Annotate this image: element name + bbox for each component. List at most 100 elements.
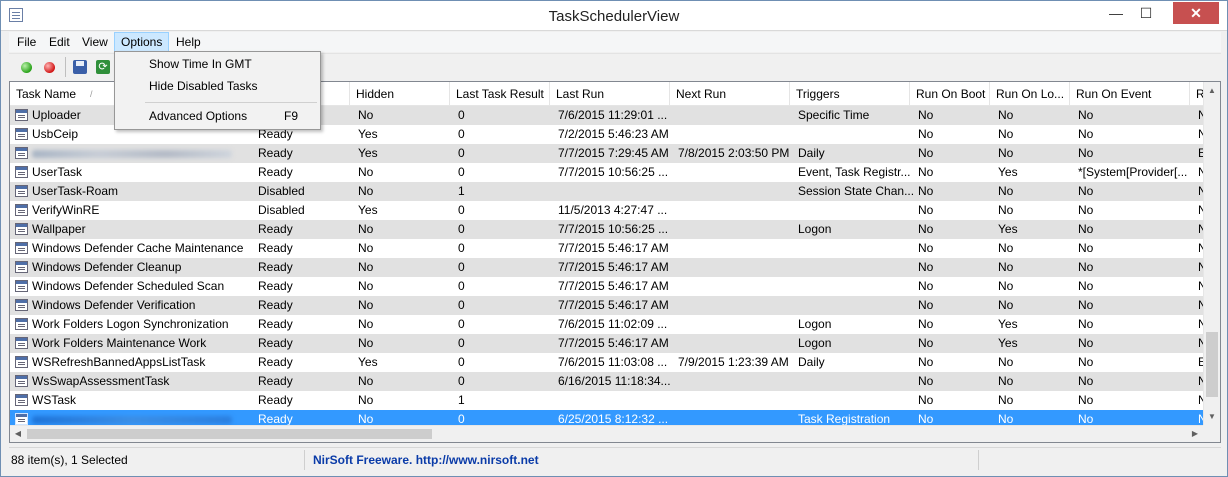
table-row[interactable]: Windows Defender Scheduled Scan Ready No 0 7… bbox=[10, 277, 1220, 296]
table-cell: No bbox=[1078, 127, 1094, 141]
menu-edit[interactable]: Edit bbox=[43, 32, 76, 52]
table-body: Uploader No 0 7/6/2015 11:29:01 ... Specific… bbox=[10, 106, 1220, 429]
table-cell: No bbox=[1078, 260, 1094, 274]
scroll-left-icon[interactable]: ◀ bbox=[10, 426, 26, 442]
vertical-scroll-thumb[interactable] bbox=[1206, 332, 1218, 397]
table-row[interactable]: Work Folders Logon Synchronization Ready N… bbox=[10, 315, 1220, 334]
table-cell: No bbox=[998, 298, 1014, 312]
table-cell: Yes bbox=[998, 222, 1018, 236]
table-cell: Windows Defender Cache Maintenance bbox=[32, 241, 244, 255]
table-row[interactable]: WsSwapAssessmentTask Ready No 0 6/16/2015 11… bbox=[10, 372, 1220, 391]
table-cell: Yes bbox=[358, 127, 378, 141]
table-cell: Ready bbox=[258, 260, 293, 274]
table-cell: Windows Defender Cleanup bbox=[32, 260, 182, 274]
task-table: Task Name / Status Hidden Last Task Resu… bbox=[9, 81, 1221, 443]
column-header-next-run[interactable]: Next Run bbox=[670, 82, 790, 106]
column-header-last-run[interactable]: Last Run bbox=[550, 82, 670, 106]
table-cell: No bbox=[358, 108, 374, 122]
table-cell: No bbox=[1078, 279, 1094, 293]
table-cell: 7/8/2015 2:03:50 PM bbox=[678, 146, 790, 160]
table-cell bbox=[558, 182, 676, 201]
column-header-run-on-event[interactable]: Run On Event bbox=[1070, 82, 1190, 106]
table-cell: No bbox=[918, 393, 934, 407]
table-cell: 7/7/2015 5:46:17 AM bbox=[558, 260, 669, 274]
table-cell: Daily bbox=[798, 355, 825, 369]
table-cell: No bbox=[918, 279, 934, 293]
menu-file[interactable]: File bbox=[11, 32, 42, 52]
table-cell: VerifyWinRE bbox=[32, 203, 100, 217]
table-cell: No bbox=[1078, 241, 1094, 255]
table-row[interactable]: Windows Defender Cache Maintenance Ready N… bbox=[10, 239, 1220, 258]
table-cell: Daily bbox=[798, 146, 825, 160]
column-header-run-on-boot[interactable]: Run On Boot bbox=[910, 82, 990, 106]
table-row[interactable]: Wallpaper Ready No 0 7/7/2015 10:56:25 ... Lo… bbox=[10, 220, 1220, 239]
table-cell: Logon bbox=[798, 336, 832, 350]
refresh-button[interactable]: ⟳ bbox=[94, 58, 112, 76]
menu-item-show-time-in-gmt[interactable]: Show Time In GMT bbox=[117, 54, 318, 75]
vertical-scrollbar[interactable]: ▲ ▼ bbox=[1203, 82, 1220, 425]
table-cell: Ready bbox=[258, 393, 293, 407]
table-row[interactable]: Work Folders Maintenance Work Ready No 0 7/7… bbox=[10, 334, 1220, 353]
close-button[interactable]: ✕ bbox=[1173, 2, 1219, 24]
scroll-down-icon[interactable]: ▼ bbox=[1204, 408, 1220, 425]
redacted-task-name bbox=[32, 416, 232, 424]
table-row[interactable]: Windows Defender Cleanup Ready No 0 7/7/2015… bbox=[10, 258, 1220, 277]
menu-help[interactable]: Help bbox=[170, 32, 207, 52]
horizontal-scrollbar[interactable]: ◀ ▶ bbox=[10, 425, 1203, 442]
column-header-run-on-logon[interactable]: Run On Lo... bbox=[990, 82, 1070, 106]
table-cell: 0 bbox=[458, 127, 465, 141]
table-cell: 7/9/2015 1:23:39 AM bbox=[678, 355, 789, 369]
table-row[interactable]: UserTask-Roam Disabled No 1 Session State Ch… bbox=[10, 182, 1220, 201]
table-cell bbox=[678, 315, 796, 334]
start-button[interactable] bbox=[17, 58, 35, 76]
table-cell: 7/7/2015 5:46:17 AM bbox=[558, 241, 669, 255]
menu-item-hide-disabled-tasks[interactable]: Hide Disabled Tasks bbox=[117, 76, 318, 97]
maximize-button[interactable]: ☐ bbox=[1131, 2, 1161, 24]
stop-button[interactable] bbox=[40, 58, 58, 76]
table-row[interactable]: Windows Defender Verification Ready No 0 7/7… bbox=[10, 296, 1220, 315]
table-cell: No bbox=[358, 279, 374, 293]
table-cell: No bbox=[358, 393, 374, 407]
table-cell: No bbox=[1078, 336, 1094, 350]
menu-item-shortcut: F9 bbox=[283, 109, 298, 123]
table-cell: 6/16/2015 11:18:34... bbox=[558, 374, 671, 388]
status-item-count: 88 item(s), 1 Selected bbox=[9, 450, 305, 470]
start-icon bbox=[21, 62, 32, 73]
title-bar: TaskSchedulerView — ☐ ✕ bbox=[1, 1, 1227, 31]
window-title: TaskSchedulerView bbox=[548, 8, 680, 25]
table-cell: No bbox=[1078, 108, 1094, 122]
table-cell: No bbox=[918, 203, 934, 217]
table-row[interactable]: Ready Yes 0 7/7/2015 7:29:45 AM 7/8/2015 2:0… bbox=[10, 144, 1220, 163]
table-cell: No bbox=[358, 374, 374, 388]
table-cell: 1 bbox=[458, 184, 465, 198]
table-cell: No bbox=[918, 336, 934, 350]
scroll-up-icon[interactable]: ▲ bbox=[1204, 82, 1220, 99]
table-row[interactable]: WSTaskReadyNo1NoNoNoN bbox=[10, 391, 1220, 410]
horizontal-scroll-thumb[interactable] bbox=[27, 429, 432, 439]
table-cell: No bbox=[918, 241, 934, 255]
menu-item-advanced-options[interactable]: Advanced Options F9 bbox=[117, 106, 318, 127]
table-cell: No bbox=[918, 108, 934, 122]
table-cell bbox=[798, 125, 916, 144]
table-cell: No bbox=[998, 374, 1014, 388]
menu-view[interactable]: View bbox=[76, 32, 114, 52]
table-cell bbox=[798, 296, 916, 315]
save-button[interactable] bbox=[71, 58, 89, 76]
table-row[interactable]: WSRefreshBannedAppsListTask Ready Yes 0 7/6/… bbox=[10, 353, 1220, 372]
minimize-button[interactable]: — bbox=[1101, 2, 1131, 24]
table-cell: 0 bbox=[458, 165, 465, 179]
table-row[interactable]: VerifyWinRE Disabled Yes 0 11/5/2013 4:27:47… bbox=[10, 201, 1220, 220]
column-header-triggers[interactable]: Triggers bbox=[790, 82, 910, 106]
nirsoft-link[interactable]: NirSoft Freeware. http://www.nirsoft.net bbox=[313, 453, 539, 467]
table-cell: No bbox=[1078, 146, 1094, 160]
scroll-right-icon[interactable]: ▶ bbox=[1187, 426, 1203, 442]
table-cell: No bbox=[998, 184, 1014, 198]
table-cell bbox=[798, 372, 916, 391]
table-row[interactable]: UserTask Ready No 0 7/7/2015 10:56:25 ... Eve… bbox=[10, 163, 1220, 182]
menu-options[interactable]: Options bbox=[114, 32, 170, 52]
column-header-hidden[interactable]: Hidden bbox=[350, 82, 450, 106]
table-cell: Specific Time bbox=[798, 108, 870, 122]
table-cell: Ready bbox=[258, 317, 293, 331]
column-header-last-task-result[interactable]: Last Task Result bbox=[450, 82, 550, 106]
table-cell: No bbox=[358, 260, 374, 274]
